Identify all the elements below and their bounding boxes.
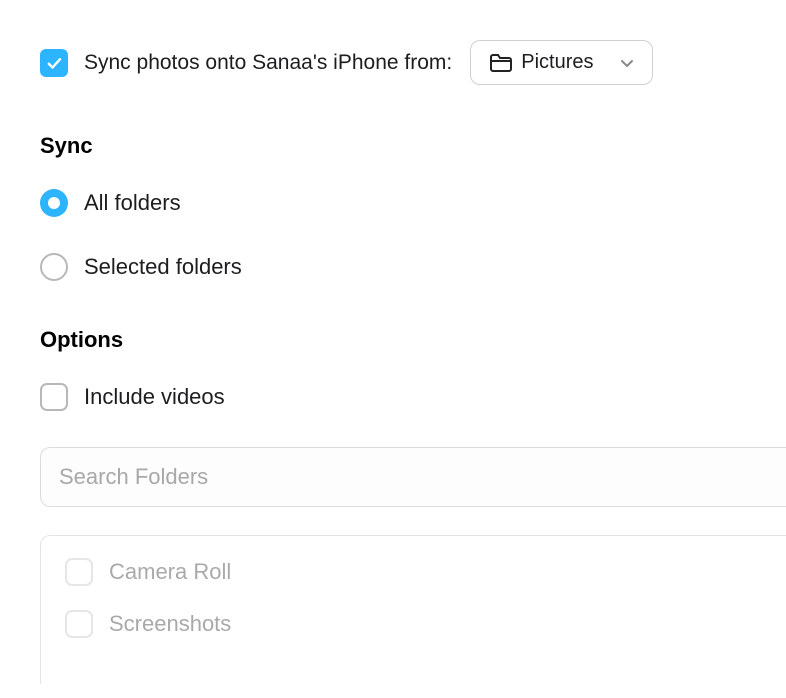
folder-item-checkbox[interactable]: [65, 610, 93, 638]
include-videos-row[interactable]: Include videos: [40, 383, 746, 411]
dropdown-value: Pictures: [521, 51, 593, 74]
radio-all-folders[interactable]: All folders: [40, 189, 746, 217]
options-heading: Options: [40, 327, 746, 353]
include-videos-label: Include videos: [84, 384, 225, 410]
sync-heading: Sync: [40, 133, 746, 159]
radio-selected-folders[interactable]: Selected folders: [40, 253, 746, 281]
search-folders-box[interactable]: [40, 447, 786, 507]
sync-photos-checkbox[interactable]: [40, 49, 68, 77]
folder-item-checkbox[interactable]: [65, 558, 93, 586]
chevron-down-icon: [620, 58, 634, 68]
sync-photos-label: Sync photos onto Sanaa's iPhone from:: [84, 51, 452, 75]
folder-item-label: Screenshots: [109, 611, 231, 637]
search-folders-input[interactable]: [59, 464, 768, 490]
folder-list: Camera Roll Screenshots: [40, 535, 786, 684]
sync-photos-row: Sync photos onto Sanaa's iPhone from: Pi…: [40, 40, 746, 85]
check-icon: [45, 54, 63, 72]
folder-icon: [489, 53, 513, 73]
folder-item-camera-roll[interactable]: Camera Roll: [65, 558, 762, 586]
source-folder-dropdown[interactable]: Pictures: [470, 40, 652, 85]
radio-all-folders-control[interactable]: [40, 189, 68, 217]
folder-item-screenshots[interactable]: Screenshots: [65, 610, 762, 638]
folder-item-label: Camera Roll: [109, 559, 231, 585]
include-videos-checkbox[interactable]: [40, 383, 68, 411]
radio-selected-folders-label: Selected folders: [84, 254, 242, 280]
radio-selected-folders-control[interactable]: [40, 253, 68, 281]
radio-all-folders-label: All folders: [84, 190, 181, 216]
